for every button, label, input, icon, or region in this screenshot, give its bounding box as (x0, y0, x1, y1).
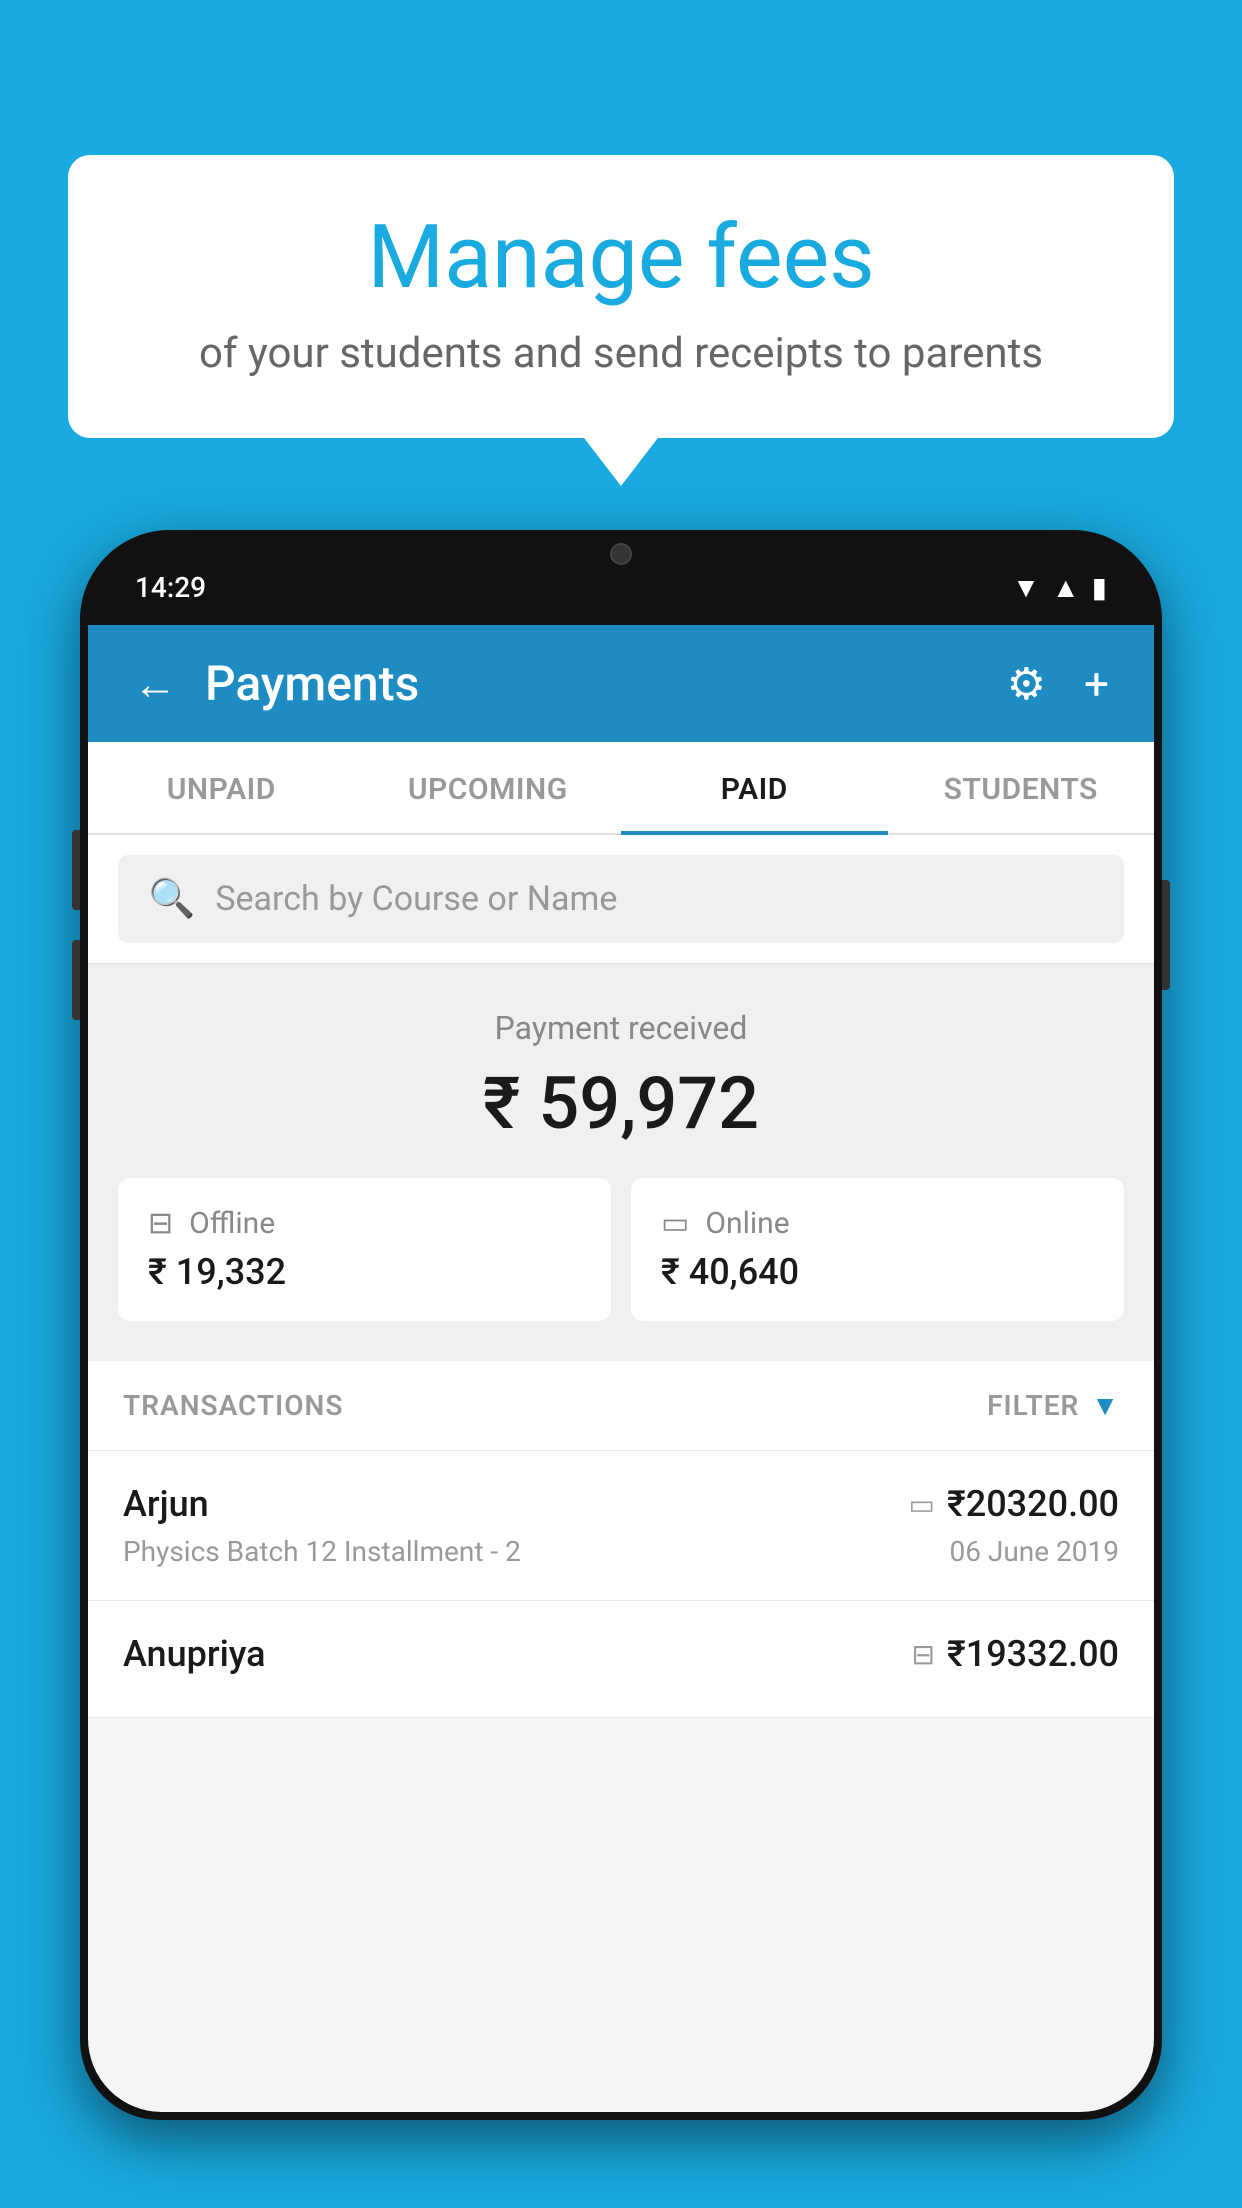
page-title: Payments (205, 655, 419, 712)
transaction-name-1: Arjun (123, 1483, 209, 1525)
offline-payment-card: ⊟ Offline ₹ 19,332 (118, 1178, 611, 1321)
bubble-subtitle: of your students and send receipts to pa… (128, 329, 1114, 378)
transaction-amount-1: ₹20320.00 (947, 1483, 1119, 1525)
online-icon: ▭ (661, 1206, 689, 1241)
status-time: 14:29 (135, 571, 206, 604)
payment-total-amount: ₹ 59,972 (118, 1061, 1124, 1146)
online-amount: ₹ 40,640 (661, 1251, 799, 1293)
app-screen: ← Payments ⚙ + UNPAID UPCOMING PAID (88, 625, 1154, 2112)
volume-up-button (72, 830, 80, 910)
transaction-date-1: 06 June 2019 (949, 1535, 1119, 1568)
tab-unpaid[interactable]: UNPAID (88, 742, 355, 833)
online-payment-card: ▭ Online ₹ 40,640 (631, 1178, 1124, 1321)
speech-bubble-container: Manage fees of your students and send re… (68, 155, 1174, 438)
header-right: ⚙ + (1007, 658, 1109, 710)
camera (610, 543, 632, 565)
transaction-detail-1: Physics Batch 12 Installment - 2 (123, 1535, 521, 1568)
status-bar: 14:29 ▼ ▲ ▮ (80, 530, 1162, 625)
status-icons: ▼ ▲ ▮ (1012, 571, 1107, 604)
bubble-title: Manage fees (128, 210, 1114, 307)
card-type-icon-1: ▭ (909, 1488, 935, 1521)
tab-paid[interactable]: PAID (621, 742, 888, 833)
transaction-amount-container-1: ▭ ₹20320.00 (909, 1483, 1120, 1525)
volume-down-button (72, 940, 80, 1020)
tab-upcoming[interactable]: UPCOMING (355, 742, 622, 833)
transaction-name-2: Anupriya (123, 1633, 266, 1675)
settings-icon[interactable]: ⚙ (1007, 658, 1046, 710)
filter-label: FILTER (987, 1389, 1079, 1422)
phone-container: 14:29 ▼ ▲ ▮ ← Payments ⚙ + (80, 530, 1162, 2208)
phone-notch (541, 530, 701, 578)
signal-icon: ▲ (1052, 571, 1080, 604)
card-type-icon-2: ⊟ (912, 1638, 935, 1671)
table-row[interactable]: Anupriya ⊟ ₹19332.00 (88, 1601, 1154, 1718)
payment-cards: ⊟ Offline ₹ 19,332 ▭ Online ₹ 40,640 (118, 1178, 1124, 1321)
add-icon[interactable]: + (1084, 658, 1109, 710)
transaction-amount-2: ₹19332.00 (947, 1633, 1119, 1675)
transaction-amount-container-2: ⊟ ₹19332.00 (912, 1633, 1120, 1675)
tab-students[interactable]: STUDENTS (888, 742, 1155, 833)
offline-amount: ₹ 19,332 (148, 1251, 286, 1293)
transactions-label: TRANSACTIONS (123, 1389, 343, 1422)
search-bar[interactable]: 🔍 Search by Course or Name (118, 855, 1124, 943)
table-row[interactable]: Arjun ▭ ₹20320.00 Physics Batch 12 Insta… (88, 1451, 1154, 1601)
transactions-header: TRANSACTIONS FILTER ▼ (88, 1361, 1154, 1451)
speech-bubble: Manage fees of your students and send re… (68, 155, 1174, 438)
back-button[interactable]: ← (133, 658, 177, 710)
phone-device: 14:29 ▼ ▲ ▮ ← Payments ⚙ + (80, 530, 1162, 2120)
transaction-row-bottom-1: Physics Batch 12 Installment - 2 06 June… (123, 1535, 1119, 1568)
battery-icon: ▮ (1092, 571, 1107, 604)
offline-card-header: ⊟ Offline (148, 1206, 275, 1241)
transaction-row-top-2: Anupriya ⊟ ₹19332.00 (123, 1633, 1119, 1675)
online-card-header: ▭ Online (661, 1206, 790, 1241)
payment-received-section: Payment received ₹ 59,972 ⊟ Offline ₹ 19… (88, 964, 1154, 1361)
search-input[interactable]: Search by Course or Name (215, 879, 617, 919)
app-header: ← Payments ⚙ + (88, 625, 1154, 742)
online-label: Online (705, 1206, 789, 1241)
search-icon: 🔍 (148, 877, 195, 921)
payment-received-label: Payment received (118, 1009, 1124, 1047)
power-button (1162, 880, 1170, 990)
tabs-bar: UNPAID UPCOMING PAID STUDENTS (88, 742, 1154, 835)
filter-icon: ▼ (1091, 1389, 1119, 1422)
filter-container[interactable]: FILTER ▼ (987, 1389, 1119, 1422)
search-container: 🔍 Search by Course or Name (88, 835, 1154, 964)
offline-icon: ⊟ (148, 1206, 173, 1241)
header-left: ← Payments (133, 655, 419, 712)
offline-label: Offline (189, 1206, 275, 1241)
transaction-row-top-1: Arjun ▭ ₹20320.00 (123, 1483, 1119, 1525)
wifi-icon: ▼ (1012, 571, 1040, 604)
